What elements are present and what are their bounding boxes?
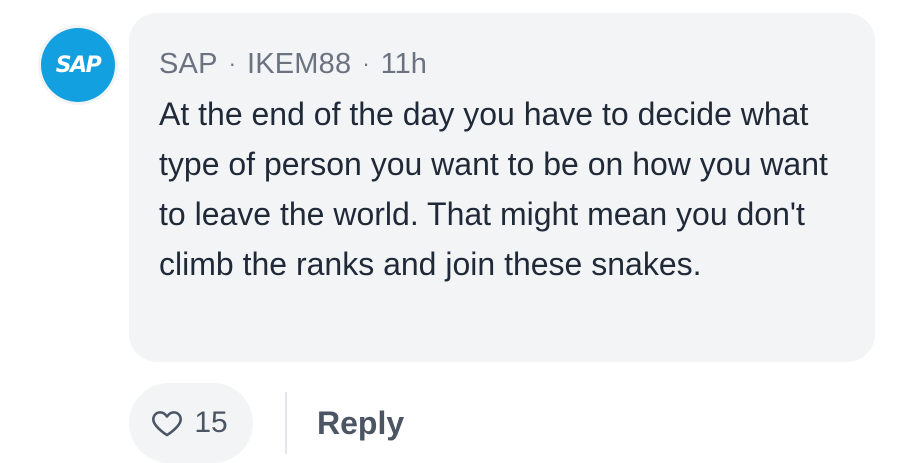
- comment-meta: SAP · IKEM88 · 11h: [159, 47, 845, 81]
- comment-bubble: SAP · IKEM88 · 11h At the end of the day…: [129, 13, 875, 362]
- like-count: 15: [194, 406, 228, 439]
- avatar[interactable]: SAP: [38, 25, 118, 105]
- like-button[interactable]: 15: [129, 383, 253, 463]
- company-logo-sap: SAP: [41, 28, 115, 102]
- company-name[interactable]: SAP: [159, 47, 218, 81]
- comment-text: At the end of the day you have to decide…: [159, 96, 828, 282]
- username[interactable]: IKEM88: [247, 47, 351, 81]
- divider: [285, 392, 287, 454]
- reply-button[interactable]: Reply: [317, 405, 404, 442]
- meta-separator: ·: [228, 51, 236, 76]
- timestamp: 11h: [380, 48, 427, 80]
- meta-separator: ·: [362, 51, 370, 76]
- heart-outline-icon: [152, 411, 183, 437]
- comment-actions: 15 Reply: [129, 383, 404, 463]
